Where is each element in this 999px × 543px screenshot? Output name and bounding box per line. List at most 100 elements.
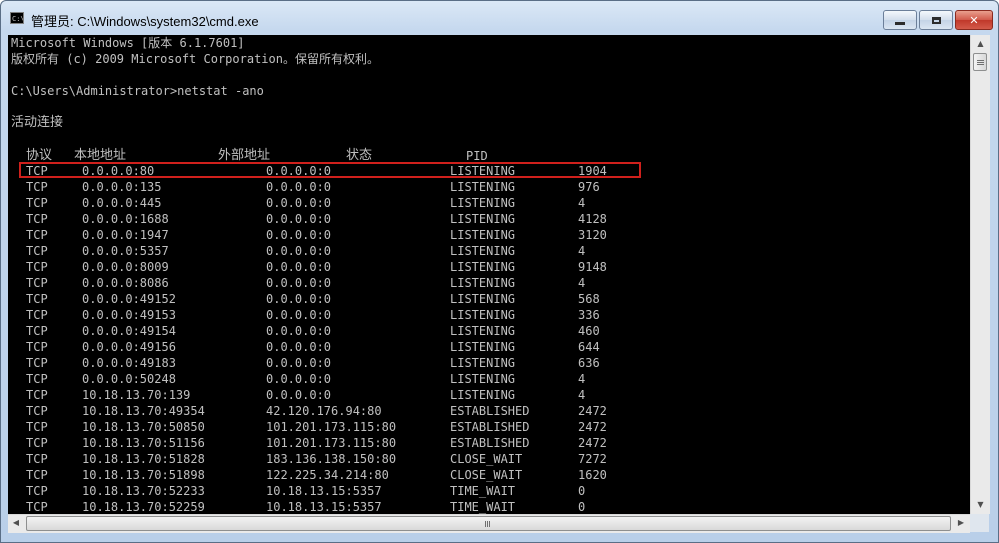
cell-proto: TCP — [26, 228, 48, 242]
cell-proto: TCP — [26, 292, 48, 306]
cell-foreign-address: 0.0.0.0:0 — [266, 212, 332, 226]
cell-local-address: 10.18.13.70:51898 — [82, 468, 205, 482]
highlight-box — [19, 162, 641, 178]
cell-local-address: 10.18.13.70:49354 — [82, 404, 205, 418]
cell-pid: 4 — [578, 244, 586, 258]
cell-local-address: 0.0.0.0:49153 — [82, 308, 176, 322]
cell-proto: TCP — [26, 500, 48, 514]
cell-proto: TCP — [26, 324, 48, 338]
cmd-icon[interactable]: C:\ — [10, 12, 24, 24]
arrow-left-icon[interactable]: ◀ — [8, 515, 24, 531]
cell-local-address: 10.18.13.70:51156 — [82, 436, 205, 450]
cell-state: LISTENING — [450, 212, 516, 226]
cell-foreign-address: 0.0.0.0:0 — [266, 180, 332, 194]
cell-state: LISTENING — [450, 308, 516, 322]
grip-line — [977, 60, 984, 61]
cell-proto: TCP — [26, 196, 48, 210]
cell-local-address: 0.0.0.0:1688 — [82, 212, 169, 226]
horizontal-scrollbar[interactable]: ◀ ▶ — [8, 514, 970, 533]
arrow-up-icon[interactable]: ▲ — [972, 36, 989, 52]
cell-foreign-address: 101.201.173.115:80 — [266, 436, 397, 450]
cell-state: LISTENING — [450, 276, 516, 290]
cell-local-address: 0.0.0.0:49156 — [82, 340, 176, 354]
cell-pid: 3120 — [578, 228, 607, 242]
cell-pid: 4128 — [578, 212, 607, 226]
cell-local-address: 0.0.0.0:8086 — [82, 276, 169, 290]
console-line: 版权所有 (c) 2009 Microsoft Corporation。保留所有… — [11, 52, 379, 66]
cell-proto: TCP — [26, 468, 48, 482]
cell-foreign-address: 0.0.0.0:0 — [266, 340, 332, 354]
grip-line — [485, 521, 486, 527]
cell-foreign-address: 10.18.13.15:5357 — [266, 484, 382, 498]
cell-proto: TCP — [26, 420, 48, 434]
cell-foreign-address: 0.0.0.0:0 — [266, 260, 332, 274]
grip-line — [977, 62, 984, 63]
cell-local-address: 0.0.0.0:445 — [82, 196, 162, 210]
cell-foreign-address: 0.0.0.0:0 — [266, 308, 332, 322]
console-line: Microsoft Windows [版本 6.1.7601] — [11, 36, 245, 50]
cell-pid: 460 — [578, 324, 600, 338]
cell-state: LISTENING — [450, 292, 516, 306]
cell-state: LISTENING — [450, 388, 516, 402]
scrollbar-corner — [970, 514, 989, 532]
console-output[interactable]: Microsoft Windows [版本 6.1.7601] 版权所有 (c)… — [8, 35, 970, 514]
cell-local-address: 0.0.0.0:49152 — [82, 292, 176, 306]
arrow-down-icon[interactable]: ▼ — [972, 497, 989, 513]
horizontal-scroll-thumb[interactable] — [26, 516, 951, 531]
cell-pid: 644 — [578, 340, 600, 354]
cell-state: CLOSE_WAIT — [450, 468, 523, 482]
cell-foreign-address: 0.0.0.0:0 — [266, 388, 332, 402]
cell-local-address: 10.18.13.70:139 — [82, 388, 191, 402]
window-title: 管理员: C:\Windows\system32\cmd.exe — [31, 14, 259, 29]
cell-foreign-address: 0.0.0.0:0 — [266, 244, 332, 258]
close-button[interactable]: ✕ — [955, 10, 993, 30]
cell-proto: TCP — [26, 244, 48, 258]
maximize-button[interactable] — [919, 10, 953, 30]
cell-state: LISTENING — [450, 260, 516, 274]
cell-state: TIME_WAIT — [450, 500, 516, 514]
cell-pid: 2472 — [578, 404, 607, 418]
minimize-icon — [895, 22, 905, 25]
cell-state: LISTENING — [450, 228, 516, 242]
cell-pid: 568 — [578, 292, 600, 306]
cell-proto: TCP — [26, 452, 48, 466]
cell-pid: 2472 — [578, 420, 607, 434]
cell-local-address: 0.0.0.0:8009 — [82, 260, 169, 274]
maximize-icon — [931, 16, 941, 24]
cell-proto: TCP — [26, 180, 48, 194]
cell-foreign-address: 0.0.0.0:0 — [266, 324, 332, 338]
cell-foreign-address: 0.0.0.0:0 — [266, 228, 332, 242]
cell-state: LISTENING — [450, 244, 516, 258]
cell-proto: TCP — [26, 356, 48, 370]
cell-pid: 1620 — [578, 468, 607, 482]
cell-proto: TCP — [26, 436, 48, 450]
cell-foreign-address: 0.0.0.0:0 — [266, 372, 332, 386]
grip-line — [977, 64, 984, 65]
cell-state: ESTABLISHED — [450, 404, 530, 418]
cell-foreign-address: 183.136.138.150:80 — [266, 452, 397, 466]
cell-pid: 636 — [578, 356, 600, 370]
cell-pid: 0 — [578, 484, 586, 498]
minimize-button[interactable] — [883, 10, 917, 30]
cell-state: ESTABLISHED — [450, 420, 530, 434]
cell-pid: 4 — [578, 276, 586, 290]
cell-state: LISTENING — [450, 180, 516, 194]
cell-local-address: 0.0.0.0:50248 — [82, 372, 176, 386]
cell-foreign-address: 101.201.173.115:80 — [266, 420, 397, 434]
cell-proto: TCP — [26, 276, 48, 290]
cell-foreign-address: 0.0.0.0:0 — [266, 356, 332, 370]
cell-state: ESTABLISHED — [450, 436, 530, 450]
cell-pid: 7272 — [578, 452, 607, 466]
vertical-scroll-thumb[interactable] — [973, 53, 987, 71]
cell-foreign-address: 122.225.34.214:80 — [266, 468, 389, 482]
arrow-right-icon[interactable]: ▶ — [953, 515, 969, 531]
cell-proto: TCP — [26, 404, 48, 418]
cell-local-address: 10.18.13.70:52233 — [82, 484, 205, 498]
title-bar[interactable]: C:\ 管理员: C:\Windows\system32\cmd.exe ✕ — [1, 1, 998, 35]
cell-state: LISTENING — [450, 340, 516, 354]
close-icon: ✕ — [969, 13, 979, 27]
cell-pid: 976 — [578, 180, 600, 194]
cell-local-address: 0.0.0.0:135 — [82, 180, 162, 194]
vertical-scrollbar[interactable]: ▲ ▼ — [970, 35, 990, 514]
cell-pid: 336 — [578, 308, 600, 322]
